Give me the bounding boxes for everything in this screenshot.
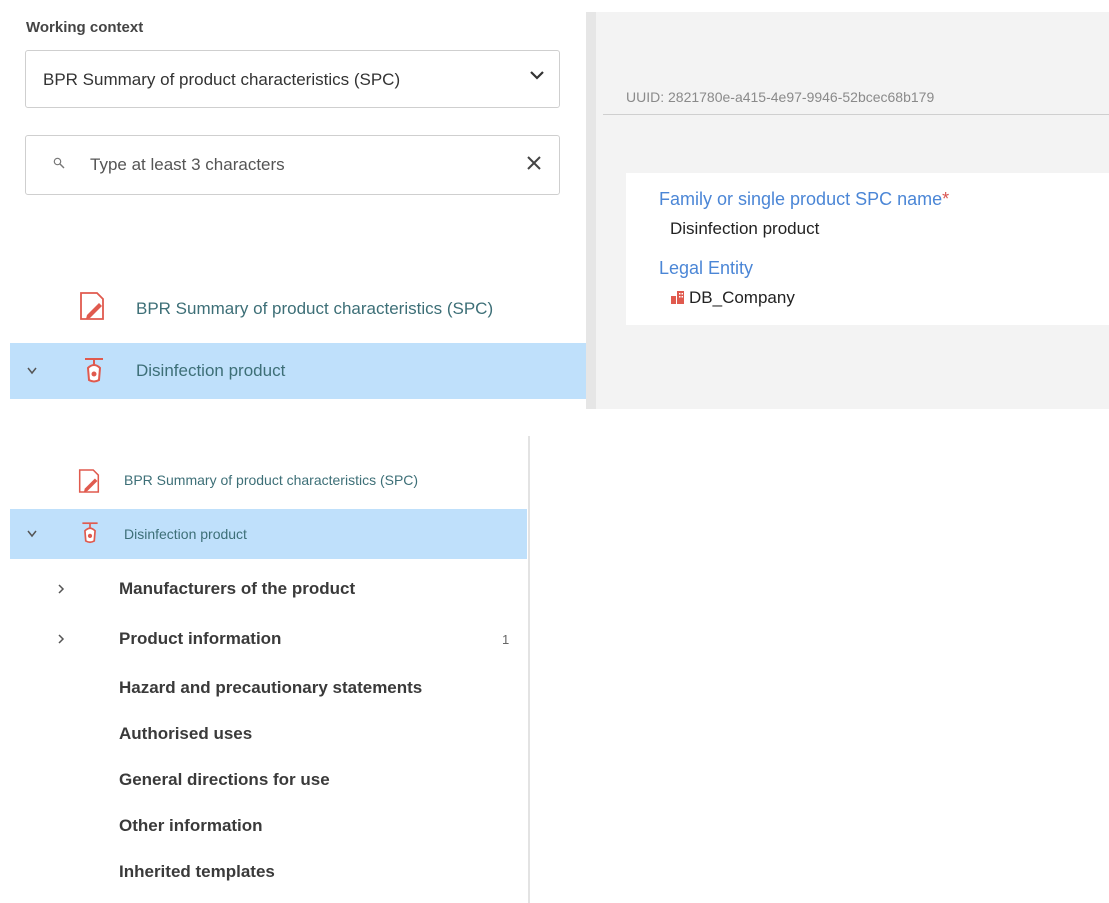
product-icon (85, 358, 103, 383)
search-icon (53, 157, 65, 169)
chevron-down-icon[interactable] (27, 530, 37, 538)
chevron-down-icon[interactable] (27, 367, 37, 375)
tree-section-product-information[interactable]: Product information 1 (0, 623, 528, 655)
tree-section-manufacturers[interactable]: Manufacturers of the product (0, 573, 528, 605)
tree-item-label: BPR Summary of product characteristics (… (124, 472, 419, 488)
section-label: Other information (119, 816, 263, 835)
field-value-spc-name: Disinfection product (670, 219, 820, 238)
tree-section-general-directions[interactable]: General directions for use (0, 764, 528, 796)
document-edit-icon (78, 469, 100, 493)
divider (603, 114, 1109, 115)
section-label: General directions for use (119, 770, 330, 789)
tree-item-label: Disinfection product (136, 361, 286, 380)
tree-section-other-information[interactable]: Other information (0, 810, 528, 842)
chevron-right-icon[interactable] (56, 583, 66, 595)
section-label: Manufacturers of the product (119, 579, 356, 598)
product-icon (82, 522, 98, 544)
tree-item-root[interactable]: BPR Summary of product characteristics (… (0, 458, 528, 504)
document-edit-icon (80, 292, 104, 320)
working-context-selected-value: BPR Summary of product characteristics (… (43, 70, 401, 89)
section-label: Authorised uses (119, 724, 253, 743)
chevron-down-icon[interactable] (526, 64, 548, 86)
uuid-text: UUID: 2821780e-a415-4e97-9946-52bcec68b1… (626, 89, 935, 105)
panel-divider (586, 12, 596, 409)
tree-item-product[interactable]: Disinfection product (10, 343, 586, 399)
search-input[interactable] (90, 153, 490, 177)
tree-section-authorised-uses[interactable]: Authorised uses (0, 718, 528, 750)
detail-card: Family or single product SPC name* Disin… (626, 173, 1109, 325)
close-icon[interactable] (525, 154, 543, 172)
section-label: Inherited templates (119, 862, 275, 881)
tree-item-label: BPR Summary of product characteristics (… (136, 299, 494, 318)
field-label-spc-name: Family or single product SPC name* (659, 189, 950, 209)
tree-section-inherited-templates[interactable]: Inherited templates (0, 856, 528, 888)
working-context-select[interactable]: BPR Summary of product characteristics (… (25, 50, 560, 108)
section-label: Hazard and precautionary statements (119, 678, 423, 697)
field-label-legal-entity: Legal Entity (659, 258, 754, 278)
panel-divider (528, 436, 530, 903)
tree-item-label: Disinfection product (124, 526, 247, 542)
chevron-right-icon[interactable] (56, 633, 66, 645)
field-value-legal-entity: DB_Company (689, 288, 795, 307)
section-label: Product information (119, 629, 282, 648)
working-context-label: Working context (26, 19, 144, 36)
tree-item-root[interactable]: BPR Summary of product characteristics (… (0, 280, 586, 336)
search-field[interactable] (25, 135, 560, 195)
item-count: 1 (502, 632, 510, 647)
required-marker: * (942, 189, 950, 209)
tree-section-hazard[interactable]: Hazard and precautionary statements (0, 672, 528, 704)
tree-item-product[interactable]: Disinfection product (10, 509, 527, 559)
company-icon (671, 291, 684, 304)
